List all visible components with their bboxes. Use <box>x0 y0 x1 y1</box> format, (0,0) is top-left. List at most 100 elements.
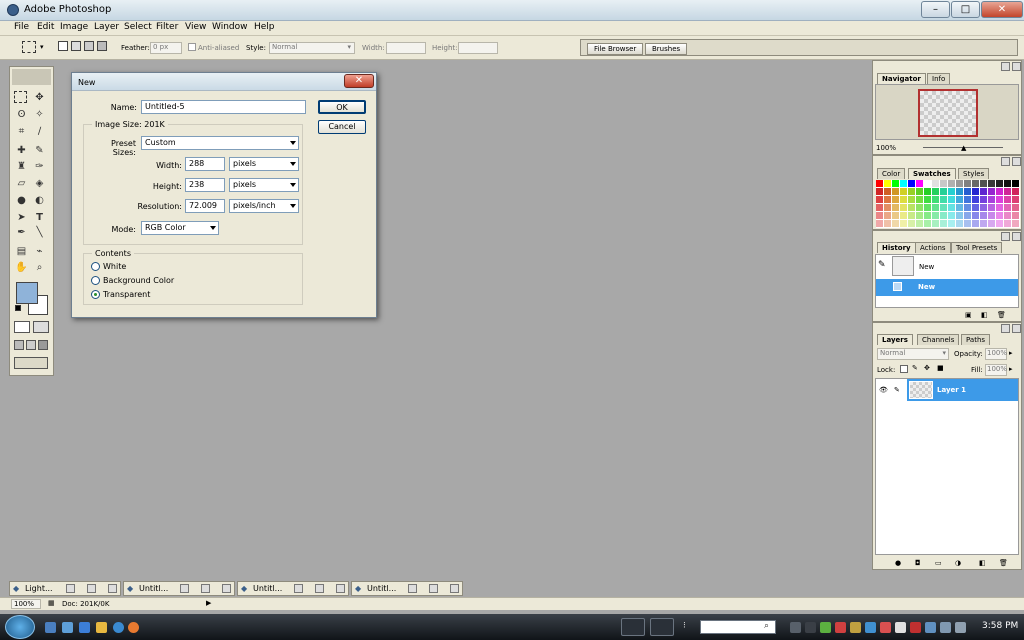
history-brush-tool-icon[interactable]: ✑ <box>32 159 47 174</box>
color-swatch[interactable] <box>884 188 891 195</box>
color-swatch[interactable] <box>892 188 899 195</box>
navigator-view-box[interactable] <box>918 89 978 137</box>
tray-icon-8[interactable] <box>895 622 906 633</box>
name-input[interactable]: Untitled-5 <box>141 100 306 114</box>
panel-close-icon[interactable] <box>1012 157 1021 166</box>
color-swatch[interactable] <box>980 180 987 187</box>
color-swatch[interactable] <box>988 220 995 227</box>
close-icon[interactable] <box>450 584 459 593</box>
eyedropper-tool-icon[interactable]: ⌁ <box>32 244 47 259</box>
navigator-tab[interactable]: Navigator <box>877 73 926 84</box>
preset-sizes-select[interactable]: Custom <box>141 136 299 150</box>
lock-transparency-icon[interactable] <box>900 365 908 373</box>
crop-tool-icon[interactable]: ⌗ <box>14 124 29 139</box>
trash-icon[interactable]: 🗑 <box>999 559 1008 567</box>
transparent-radio[interactable] <box>91 290 100 299</box>
color-swatch[interactable] <box>908 212 915 219</box>
color-swatch[interactable] <box>956 220 963 227</box>
color-swatch[interactable] <box>900 212 907 219</box>
color-swatch[interactable] <box>940 212 947 219</box>
layer-row[interactable]: Layer 1 <box>907 379 1018 401</box>
menu-image[interactable]: Image <box>60 22 88 32</box>
actions-tab[interactable]: Actions <box>915 242 951 253</box>
color-swatch[interactable] <box>932 220 939 227</box>
slice-tool-icon[interactable]: ∕ <box>32 124 47 139</box>
maximize-icon[interactable] <box>87 584 96 593</box>
color-swatch[interactable] <box>884 180 891 187</box>
panel-minimize-icon[interactable] <box>1001 157 1010 166</box>
lock-pixels-icon[interactable]: ✎ <box>912 364 918 372</box>
switch-windows-icon[interactable] <box>62 622 73 633</box>
intersect-selection-icon[interactable] <box>97 41 107 51</box>
color-swatch[interactable] <box>908 204 915 211</box>
color-swatch[interactable] <box>1004 204 1011 211</box>
brush-tool-icon[interactable]: ✎ <box>32 143 47 158</box>
color-swatch[interactable] <box>916 212 923 219</box>
white-radio[interactable] <box>91 262 100 271</box>
antialiased-checkbox[interactable] <box>188 43 196 51</box>
notes-tool-icon[interactable]: ▤ <box>14 244 29 259</box>
jump-to-imageready-icon[interactable] <box>14 357 48 369</box>
color-swatch[interactable] <box>876 180 883 187</box>
subtract-selection-icon[interactable] <box>84 41 94 51</box>
color-swatch[interactable] <box>916 196 923 203</box>
menu-edit[interactable]: Edit <box>37 22 54 32</box>
color-swatch[interactable] <box>892 180 899 187</box>
maximize-icon[interactable] <box>429 584 438 593</box>
taskbar-photoshop-button[interactable] <box>650 618 674 636</box>
color-swatch[interactable] <box>916 180 923 187</box>
color-swatch[interactable] <box>940 220 947 227</box>
ok-button[interactable]: OK <box>318 100 366 114</box>
color-swatch[interactable] <box>964 196 971 203</box>
menu-file[interactable]: File <box>14 22 29 32</box>
opacity-arrow-icon[interactable]: ▸ <box>1009 349 1013 357</box>
new-document-from-state-icon[interactable]: ◧ <box>981 311 988 319</box>
color-swatch[interactable] <box>956 180 963 187</box>
color-swatch[interactable] <box>948 204 955 211</box>
menu-layer[interactable]: Layer <box>94 22 119 32</box>
new-layer-icon[interactable]: ◧ <box>979 559 986 567</box>
tray-icon-7[interactable] <box>880 622 891 633</box>
color-swatch[interactable] <box>988 180 995 187</box>
color-swatch[interactable] <box>996 204 1003 211</box>
styles-tab[interactable]: Styles <box>958 168 990 179</box>
paths-tab[interactable]: Paths <box>961 334 991 345</box>
width-input[interactable] <box>386 42 426 54</box>
color-swatch[interactable] <box>964 220 971 227</box>
color-swatch[interactable] <box>876 196 883 203</box>
brush-link-icon[interactable]: ✎ <box>894 386 900 394</box>
magic-wand-tool-icon[interactable]: ✧ <box>32 107 47 122</box>
color-swatch[interactable] <box>1012 220 1019 227</box>
color-swatch[interactable] <box>900 180 907 187</box>
restore-icon[interactable] <box>408 584 417 593</box>
panel-minimize-icon[interactable] <box>1001 324 1010 333</box>
color-swatch[interactable] <box>900 188 907 195</box>
snapshot-name[interactable]: New <box>919 263 934 271</box>
feather-input[interactable]: 0 px <box>150 42 182 54</box>
color-swatch[interactable] <box>996 212 1003 219</box>
eraser-tool-icon[interactable]: ▱ <box>14 176 29 191</box>
color-swatch[interactable] <box>980 204 987 211</box>
color-swatch[interactable] <box>988 204 995 211</box>
default-colors-icon[interactable] <box>15 305 21 311</box>
resolution-unit-select[interactable]: pixels/inch <box>229 199 299 213</box>
lock-all-icon[interactable]: ■ <box>937 364 944 372</box>
history-tab[interactable]: History <box>877 242 916 253</box>
color-swatch[interactable] <box>932 188 939 195</box>
adjustment-layer-icon[interactable]: ◑ <box>955 559 961 567</box>
minimized-document-4[interactable]: ◆ Untitl... <box>351 581 463 596</box>
pen-tool-icon[interactable]: ✒ <box>14 225 29 240</box>
blur-tool-icon[interactable]: ● <box>14 193 29 208</box>
dialog-close-button[interactable]: ✕ <box>344 74 374 88</box>
color-swatch[interactable] <box>980 188 987 195</box>
color-swatch[interactable] <box>876 220 883 227</box>
color-swatch[interactable] <box>876 188 883 195</box>
menu-view[interactable]: View <box>185 22 206 32</box>
color-swatch[interactable] <box>932 204 939 211</box>
trash-icon[interactable]: 🗑 <box>997 311 1006 319</box>
screen-mode-full-menu-icon[interactable] <box>26 340 36 350</box>
screen-mode-standard-icon[interactable] <box>14 340 24 350</box>
close-button[interactable]: ✕ <box>981 1 1023 18</box>
width-input[interactable]: 288 <box>185 157 225 171</box>
color-swatch[interactable] <box>916 188 923 195</box>
